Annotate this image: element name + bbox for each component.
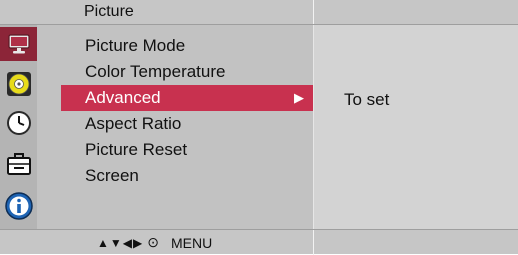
submenu-arrow-icon: ▶ <box>294 90 304 105</box>
menu-item-label: Aspect Ratio <box>85 114 182 133</box>
sidebar-item-time[interactable] <box>0 106 37 140</box>
option-icon <box>6 153 31 175</box>
sound-icon <box>6 72 31 96</box>
osd-header: Picture <box>0 0 518 25</box>
menu-item-picture-mode[interactable]: Picture Mode <box>61 33 314 59</box>
navigation-hint: ▲▼◀▶ ⊙ MENU <box>97 234 212 251</box>
enter-icon: ⊙ <box>147 234 159 250</box>
info-panel: To set <box>314 25 518 229</box>
category-sidebar <box>0 25 37 229</box>
menu-list: Picture Mode Color Temperature Advanced … <box>37 25 314 229</box>
nav-arrows-icon: ▲▼◀▶ <box>97 235 144 250</box>
osd-footer: ▲▼◀▶ ⊙ MENU <box>0 229 518 255</box>
sidebar-item-sound[interactable] <box>0 67 37 101</box>
menu-item-color-temperature[interactable]: Color Temperature <box>61 59 314 85</box>
menu-item-picture-reset[interactable]: Picture Reset <box>61 137 314 163</box>
menu-item-label: Screen <box>85 166 139 185</box>
time-icon <box>6 111 31 135</box>
footer-divider <box>313 230 314 255</box>
menu-item-label: Advanced <box>85 88 161 107</box>
menu-item-label: Color Temperature <box>85 62 226 81</box>
menu-item-label: Picture Reset <box>85 140 188 159</box>
menu-title: Picture <box>84 3 134 20</box>
sidebar-item-picture[interactable] <box>0 27 37 61</box>
menu-item-label: Picture Mode <box>85 36 186 55</box>
menu-key-label: MENU <box>170 234 213 251</box>
information-icon <box>4 192 33 220</box>
header-divider <box>313 0 314 24</box>
menu-item-advanced[interactable]: Advanced ▶ <box>61 85 314 111</box>
menu-item-screen[interactable]: Screen <box>61 163 314 189</box>
osd-menu: Picture Picture Mode Color Temperature A… <box>0 0 518 255</box>
picture-icon <box>7 34 30 54</box>
sidebar-item-option[interactable] <box>0 147 37 181</box>
menu-item-aspect-ratio[interactable]: Aspect Ratio <box>61 111 314 137</box>
info-text: To set <box>344 90 390 109</box>
sidebar-item-information[interactable] <box>0 189 37 223</box>
